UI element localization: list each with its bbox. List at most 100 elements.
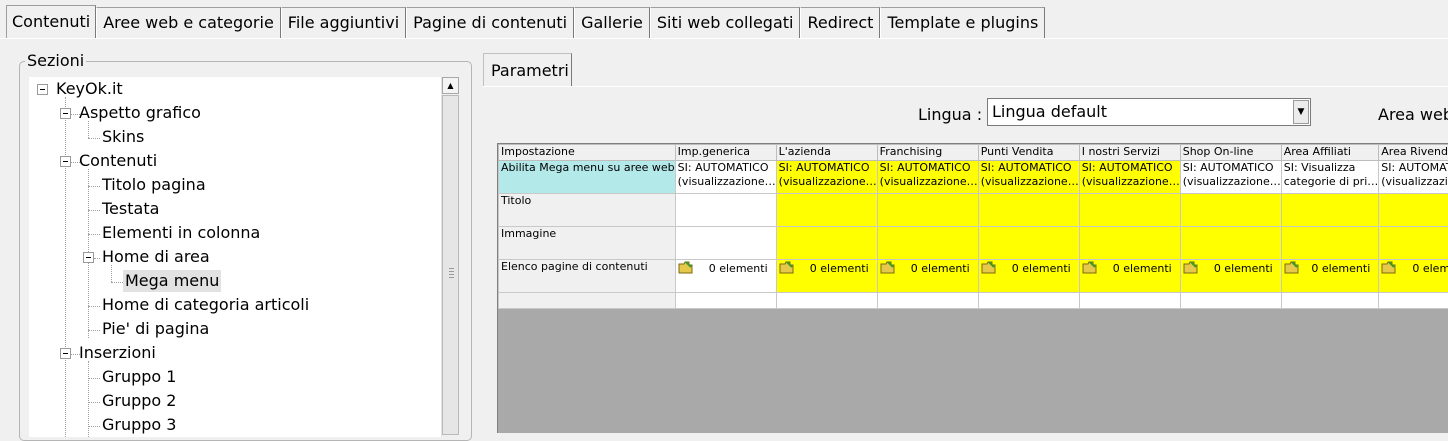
table-cell[interactable] — [1079, 227, 1180, 260]
table-cell[interactable]: 0 elementi — [1281, 260, 1379, 293]
tree-item-pie-di-pagina[interactable]: Pie' di pagina — [100, 318, 211, 340]
table-cell[interactable]: 0 elementi — [776, 260, 877, 293]
folder-icon — [880, 261, 895, 274]
table-cell[interactable] — [1379, 194, 1448, 227]
table-cell[interactable]: SI: AUTOMATICO(visualizzazione… — [1079, 161, 1180, 194]
collapse-inserzioni-icon[interactable] — [60, 348, 71, 359]
table-cell[interactable] — [978, 194, 1079, 227]
table-cell[interactable] — [1079, 194, 1180, 227]
column-header[interactable]: Shop On-line — [1180, 145, 1281, 161]
tree-item-titolo-pagina[interactable]: Titolo pagina — [100, 174, 208, 196]
table-cell[interactable]: 0 elementi — [978, 260, 1079, 293]
column-header[interactable]: I nostri Servizi — [1079, 145, 1180, 161]
row-label[interactable]: Elenco pagine di contenuti — [499, 260, 676, 293]
table-cell[interactable] — [978, 227, 1079, 260]
tree-connector — [88, 330, 100, 331]
table-cell[interactable] — [1079, 293, 1180, 309]
tree-connector — [88, 402, 100, 403]
table-cell[interactable]: 0 elementi — [1079, 260, 1180, 293]
main-tab-bar: Contenuti Aree web e categorie File aggi… — [6, 6, 1045, 38]
collapse-contenuti-icon[interactable] — [60, 156, 71, 167]
scroll-up-icon[interactable]: ▲ — [442, 77, 459, 94]
collapse-keyok-icon[interactable] — [37, 84, 48, 95]
tree-item-mega-menu[interactable]: Mega menu — [123, 270, 221, 292]
table-cell[interactable]: 0 elementi — [877, 260, 978, 293]
row-label[interactable]: Immagine — [499, 227, 676, 260]
table-cell[interactable]: SI: AUTOMATICO(visualizzazione… — [675, 161, 776, 194]
table-cell[interactable] — [776, 194, 877, 227]
tree-item-keyok[interactable]: KeyOk.it — [54, 78, 125, 100]
row-label[interactable]: Abilita Mega menu su aree web — [499, 161, 676, 194]
table-cell[interactable]: 0 elementi — [1180, 260, 1281, 293]
tab-file-aggiuntivi[interactable]: File aggiuntivi — [281, 7, 406, 38]
tree-item-inserzioni[interactable]: Inserzioni — [77, 342, 158, 364]
table-cell[interactable] — [675, 227, 776, 260]
column-header[interactable]: Area Rivenditori — [1379, 145, 1448, 161]
tree-vertical-scrollbar[interactable]: ▲ — [441, 77, 458, 437]
table-cell[interactable] — [877, 194, 978, 227]
collapse-home-di-area-icon[interactable] — [83, 252, 94, 263]
sections-tree[interactable]: KeyOk.it Aspetto grafico Skins Contenuti… — [29, 77, 442, 437]
tree-item-gruppo-3[interactable]: Gruppo 3 — [100, 414, 178, 436]
tab-siti-web-collegati[interactable]: Siti web collegati — [650, 7, 801, 38]
table-row: Elenco pagine di contenuti 0 elementi 0 … — [499, 260, 1448, 293]
tab-contenuti[interactable]: Contenuti — [6, 5, 96, 38]
tab-parametri[interactable]: Parametri — [483, 53, 572, 87]
settings-grid[interactable]: Impostazione Imp.generica L'azienda Fran… — [497, 143, 1448, 433]
table-cell[interactable] — [1281, 227, 1379, 260]
tree-connector — [88, 138, 100, 139]
column-header[interactable]: Impostazione — [499, 145, 676, 161]
tab-aree-web-e-categorie[interactable]: Aree web e categorie — [96, 7, 281, 38]
table-cell[interactable] — [1180, 227, 1281, 260]
tree-item-gruppo-2[interactable]: Gruppo 2 — [100, 390, 178, 412]
table-cell[interactable]: 0 elementi — [675, 260, 776, 293]
table-cell[interactable] — [1281, 293, 1379, 309]
tree-item-aspetto-grafico[interactable]: Aspetto grafico — [77, 102, 203, 124]
column-header[interactable]: Imp.generica — [675, 145, 776, 161]
table-cell[interactable]: SI: AUTOMATICO(visualizzazione… — [1180, 161, 1281, 194]
scrollbar-grip — [449, 274, 454, 275]
column-header[interactable]: L'azienda — [776, 145, 877, 161]
row-label[interactable]: Titolo — [499, 194, 676, 227]
tree-item-skins[interactable]: Skins — [100, 126, 146, 148]
tree-item-contenuti[interactable]: Contenuti — [77, 150, 159, 172]
tree-item-elementi-in-colonna[interactable]: Elementi in colonna — [100, 222, 262, 244]
table-cell[interactable] — [675, 293, 776, 309]
tree-item-gruppo-1[interactable]: Gruppo 1 — [100, 366, 178, 388]
table-cell[interactable] — [978, 293, 1079, 309]
table-cell[interactable] — [1180, 194, 1281, 227]
column-header[interactable]: Area Affiliati — [1281, 145, 1379, 161]
collapse-aspetto-grafico-icon[interactable] — [60, 108, 71, 119]
table-cell[interactable] — [776, 293, 877, 309]
folder-icon — [1183, 261, 1198, 274]
lingua-select[interactable]: Lingua default ▼ — [987, 98, 1311, 126]
tab-template-e-plugins[interactable]: Template e plugins — [880, 7, 1045, 38]
tab-redirect[interactable]: Redirect — [800, 7, 880, 38]
table-cell[interactable] — [1379, 293, 1448, 309]
table-cell[interactable] — [877, 227, 978, 260]
row-label[interactable] — [499, 293, 676, 309]
table-cell[interactable]: 0 elementi — [1379, 260, 1448, 293]
tab-pagine-di-contenuti[interactable]: Pagine di contenuti — [406, 7, 574, 38]
table-cell[interactable] — [1379, 227, 1448, 260]
table-cell[interactable] — [877, 293, 978, 309]
table-cell[interactable] — [1281, 194, 1379, 227]
table-cell[interactable]: SI: AUTOMATICO(visualizzazione… — [776, 161, 877, 194]
table-cell[interactable]: SI: AUTOMATICO(visualizzazione… — [877, 161, 978, 194]
folder-icon — [1381, 261, 1396, 274]
tree-item-home-di-area[interactable]: Home di area — [100, 246, 212, 268]
scrollbar-thumb[interactable] — [442, 95, 459, 435]
table-cell[interactable] — [675, 194, 776, 227]
column-header[interactable]: Punti Vendita — [978, 145, 1079, 161]
table-cell[interactable]: SI: Visualizzacategorie di pri… — [1281, 161, 1379, 194]
table-cell[interactable]: SI: AUTOMATICO(visualizzazione… — [978, 161, 1079, 194]
scrollbar-grip — [449, 271, 454, 272]
table-cell[interactable] — [776, 227, 877, 260]
tree-item-testata[interactable]: Testata — [100, 198, 161, 220]
table-cell[interactable] — [1180, 293, 1281, 309]
tab-gallerie[interactable]: Gallerie — [574, 7, 650, 38]
table-cell[interactable]: SI: AUTOMATICO(visualizzazione… — [1379, 161, 1448, 194]
dropdown-arrow-icon[interactable]: ▼ — [1293, 100, 1309, 124]
tree-item-home-di-categoria-articoli[interactable]: Home di categoria articoli — [100, 294, 311, 316]
column-header[interactable]: Franchising — [877, 145, 978, 161]
